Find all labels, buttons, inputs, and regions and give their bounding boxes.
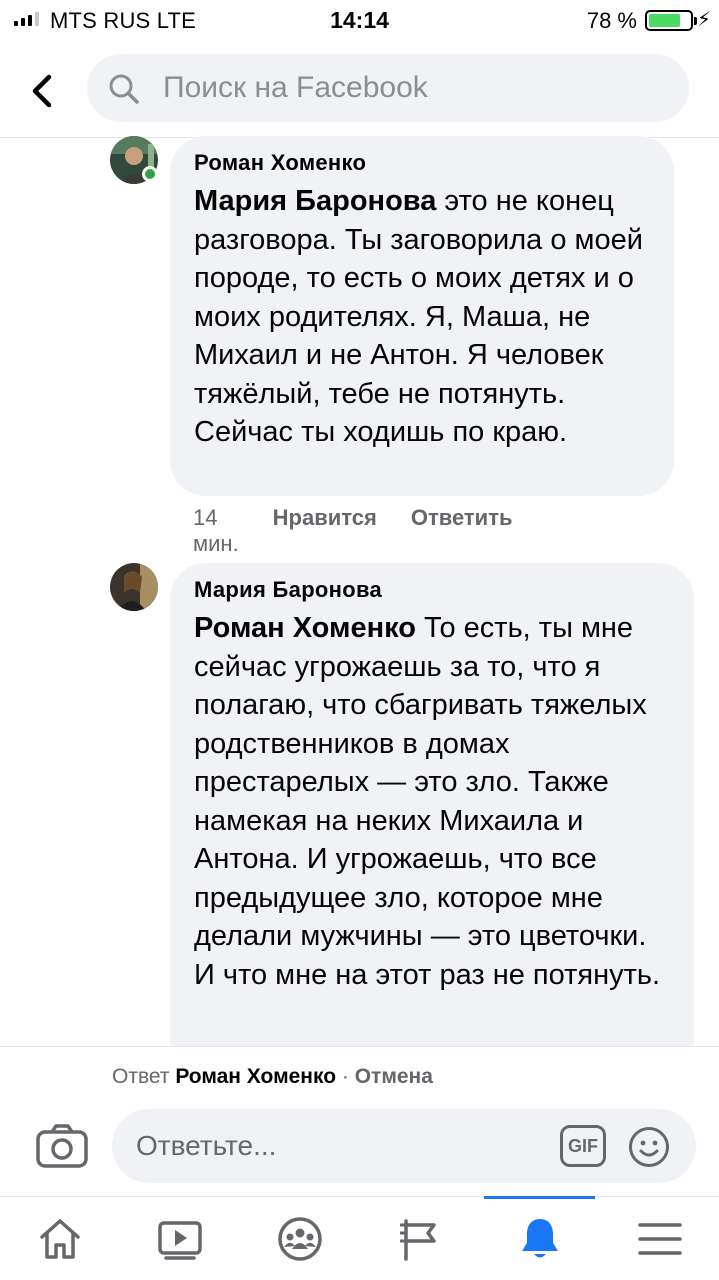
replying-to-label: Ответ Роман Хоменко · Отмена xyxy=(112,1065,433,1089)
flag-icon xyxy=(399,1219,436,1261)
gif-button[interactable]: GIF xyxy=(560,1125,606,1167)
battery-percentage: 78 % xyxy=(586,8,637,33)
notifications-bell-icon xyxy=(521,1219,558,1258)
search-bar[interactable] xyxy=(87,54,689,122)
reply-target-name: Роман Хоменко xyxy=(175,1065,337,1088)
tab-notifications[interactable] xyxy=(480,1196,599,1280)
status-bar: MTS RUS LTE 14:14 78 % ⚡ xyxy=(0,0,719,40)
smiley-icon xyxy=(629,1127,669,1167)
mention-link[interactable]: Мария Баронова xyxy=(194,185,436,217)
back-button[interactable] xyxy=(20,66,70,116)
search-icon xyxy=(109,74,139,104)
reply-prefix: Ответ xyxy=(112,1065,176,1088)
tab-groups[interactable] xyxy=(240,1197,359,1280)
comment-bubble[interactable]: Мария Баронова Роман Хоменко То есть, ты… xyxy=(170,563,694,1063)
cancel-reply-button[interactable]: Отмена xyxy=(355,1065,433,1088)
reply-button[interactable]: Ответить xyxy=(411,505,513,557)
comment-text: Мария Баронова это не конец разговора. Т… xyxy=(194,182,650,452)
tab-home[interactable] xyxy=(0,1197,119,1280)
reply-input[interactable] xyxy=(136,1109,536,1183)
home-icon xyxy=(39,1219,80,1259)
sticker-button[interactable] xyxy=(628,1126,670,1168)
comment-body: это не конец разговора. Ты заговорила о … xyxy=(194,185,643,448)
like-button[interactable]: Нравится xyxy=(273,505,377,557)
tab-menu[interactable] xyxy=(600,1197,719,1280)
top-header xyxy=(0,40,719,138)
mention-link[interactable]: Роман Хоменко xyxy=(194,612,416,644)
charging-icon: ⚡ xyxy=(696,9,711,31)
separator: · xyxy=(336,1065,355,1088)
comment-bubble[interactable]: Роман Хоменко Мария Баронова это не коне… xyxy=(170,136,674,496)
comment-actions: 14 мин. Нравится Ответить xyxy=(193,505,513,557)
comment-text: Роман Хоменко То есть, ты мне сейчас угр… xyxy=(194,609,670,994)
camera-icon xyxy=(36,1124,88,1168)
reply-input-box[interactable]: GIF xyxy=(112,1109,696,1183)
bottom-tab-bar xyxy=(0,1196,719,1280)
comment-author[interactable]: Мария Баронова xyxy=(194,577,670,603)
watch-video-icon xyxy=(157,1221,202,1260)
online-status-indicator xyxy=(142,166,158,182)
avatar[interactable] xyxy=(110,563,158,611)
tab-pages[interactable] xyxy=(360,1197,479,1280)
search-input[interactable] xyxy=(163,54,663,122)
camera-button[interactable] xyxy=(36,1123,88,1169)
comment-timestamp[interactable]: 14 мин. xyxy=(193,505,239,557)
menu-icon xyxy=(637,1223,682,1255)
comment-author[interactable]: Роман Хоменко xyxy=(194,150,650,176)
tab-watch[interactable] xyxy=(120,1197,239,1280)
battery-icon xyxy=(645,10,697,31)
groups-icon xyxy=(277,1217,322,1261)
comment-body: То есть, ты мне сейчас угрожаешь за то, … xyxy=(194,612,661,991)
reply-composer: Ответ Роман Хоменко · Отмена GIF xyxy=(0,1046,719,1196)
chevron-left-icon xyxy=(32,74,52,108)
